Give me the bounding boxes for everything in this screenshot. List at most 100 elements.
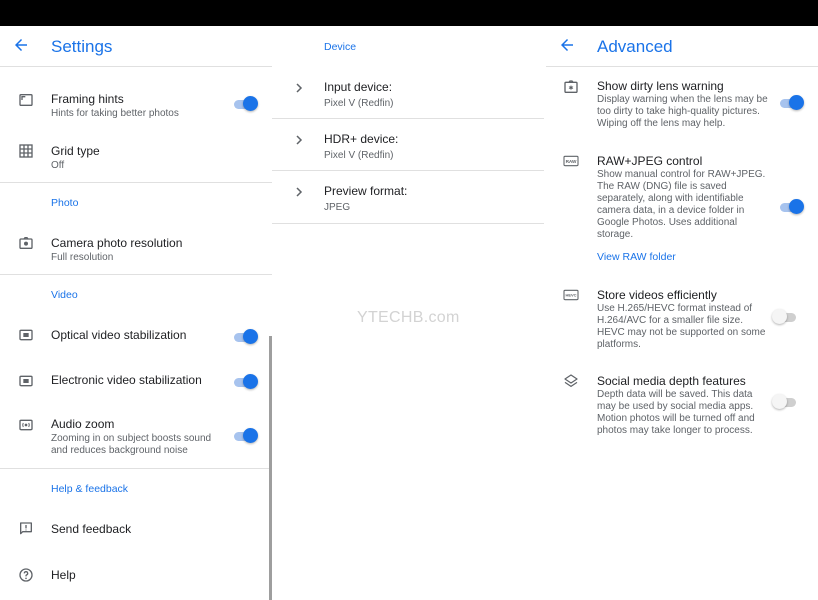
dirty-lens-warning-title: Show dirty lens warning: [597, 79, 724, 93]
view-raw-folder-link[interactable]: View RAW folder: [597, 251, 676, 263]
stabilization-icon: [19, 329, 33, 341]
store-videos-desc-line4: platforms.: [597, 339, 641, 350]
input-device-title: Input device:: [324, 80, 393, 94]
dirty-lens-warning-toggle[interactable]: [778, 95, 804, 111]
back-arrow-icon[interactable]: [558, 36, 576, 54]
social-media-depth-title: Social media depth features: [597, 374, 746, 388]
framing-hints-toggle[interactable]: [232, 96, 258, 112]
section-help-feedback: Help & feedback: [51, 483, 129, 495]
advanced-panel: Advanced Show dirty lens warning Display…: [546, 26, 818, 600]
layers-icon: [564, 374, 578, 387]
framing-icon: [19, 94, 33, 106]
audio-zoom-subtitle-line1: Zooming in on subject boosts sound: [51, 433, 212, 444]
hdr-device-title: HDR+ device:: [324, 132, 399, 146]
stabilization-icon: [19, 375, 33, 387]
hdr-device-row[interactable]: HDR+ device: Pixel V (Redfin): [272, 124, 544, 176]
hdr-device-value: Pixel V (Redfin): [324, 150, 394, 161]
camera-photo-resolution-title: Camera photo resolution: [51, 236, 183, 250]
send-feedback-item[interactable]: Send feedback: [0, 518, 272, 542]
raw-jpeg-desc-line5: Google Photos. Uses additional: [597, 217, 738, 228]
raw-jpeg-desc-line2: The RAW (DNG) file is saved: [597, 181, 727, 192]
camera-icon: [19, 237, 33, 249]
framing-hints-subtitle: Hints for taking better photos: [51, 108, 179, 119]
optical-video-stabilization-item[interactable]: Optical video stabilization: [0, 324, 272, 348]
raw-jpeg-control-toggle[interactable]: [778, 199, 804, 215]
social-media-depth-desc-line1: Depth data will be saved. This data: [597, 389, 753, 400]
preview-format-value: JPEG: [324, 202, 351, 213]
svg-text:HEVC: HEVC: [565, 293, 576, 298]
store-videos-efficiently-title: Store videos efficiently: [597, 288, 717, 302]
section-video: Video: [51, 289, 78, 301]
dirty-lens-warning-desc-line3: Wiping off the lens may help.: [597, 118, 726, 129]
advanced-header: Advanced: [546, 26, 818, 67]
divider: [272, 170, 544, 171]
watermark: YTECHB.com: [357, 309, 460, 326]
divider: [0, 468, 272, 469]
electronic-video-stabilization-item[interactable]: Electronic video stabilization: [0, 370, 272, 394]
raw-icon: RAW: [563, 155, 579, 167]
optical-video-stabilization-toggle[interactable]: [232, 329, 258, 345]
input-device-value: Pixel V (Redfin): [324, 98, 394, 109]
grid-type-subtitle: Off: [51, 160, 65, 171]
dirty-lens-warning-item[interactable]: Show dirty lens warning Display warning …: [546, 78, 818, 134]
optical-video-stabilization-title: Optical video stabilization: [51, 328, 187, 342]
page-title: Advanced: [597, 37, 673, 56]
hevc-icon: HEVC: [563, 289, 579, 301]
dirty-lens-warning-desc-line2: too dirty to take high-quality pictures.: [597, 106, 760, 117]
audio-zoom-title: Audio zoom: [51, 417, 115, 431]
social-media-depth-item[interactable]: Social media depth features Depth data w…: [546, 373, 818, 436]
divider: [0, 182, 272, 183]
device-section-title: Device: [324, 41, 357, 53]
chevron-right-icon: [296, 135, 303, 145]
raw-jpeg-desc-line1: Show manual control for RAW+JPEG.: [597, 169, 766, 180]
help-title: Help: [51, 568, 76, 582]
grid-type-item[interactable]: Grid type Off: [0, 140, 272, 180]
store-videos-efficiently-item[interactable]: HEVC Store videos efficiently Use H.265/…: [546, 287, 818, 350]
electronic-video-stabilization-title: Electronic video stabilization: [51, 373, 202, 387]
audio-zoom-toggle[interactable]: [232, 428, 258, 444]
status-bar: [0, 0, 818, 26]
svg-text:RAW: RAW: [566, 159, 577, 164]
audio-zoom-subtitle-line2: and reduces background noise: [51, 445, 188, 456]
raw-jpeg-desc-line3: separately, along with identifiable: [597, 193, 744, 204]
framing-hints-item[interactable]: Framing hints Hints for taking better ph…: [0, 88, 272, 128]
dirty-lens-icon: [564, 80, 578, 93]
grid-type-title: Grid type: [51, 144, 100, 158]
camera-photo-resolution-item[interactable]: Camera photo resolution Full resolution: [0, 232, 272, 272]
settings-panel: Settings Framing hints Hints for taking …: [0, 26, 272, 600]
page-title: Settings: [51, 37, 113, 56]
grid-icon: [19, 144, 33, 158]
help-item[interactable]: Help: [0, 564, 272, 588]
social-media-depth-toggle[interactable]: [772, 394, 798, 410]
store-videos-desc-line2: H.264/AVC for a smaller file size.: [597, 315, 743, 326]
divider: [0, 274, 272, 275]
back-arrow-icon[interactable]: [12, 36, 30, 54]
audio-zoom-item[interactable]: Audio zoom Zooming in on subject boosts …: [0, 414, 272, 464]
divider: [272, 223, 544, 224]
preview-format-row[interactable]: Preview format: JPEG: [272, 176, 544, 228]
preview-format-title: Preview format:: [324, 184, 408, 198]
raw-jpeg-desc-line4: camera data, in a device folder in: [597, 205, 745, 216]
feedback-icon: [20, 522, 32, 535]
camera-photo-resolution-subtitle: Full resolution: [51, 252, 114, 263]
input-device-row[interactable]: Input device: Pixel V (Redfin): [272, 72, 544, 124]
divider: [272, 118, 544, 119]
social-media-depth-desc-line4: photos may take longer to process.: [597, 425, 753, 436]
store-videos-desc-line3: HEVC may not be supported on some: [597, 327, 766, 338]
chevron-right-icon: [296, 83, 303, 93]
audio-zoom-icon: [19, 419, 33, 431]
store-videos-efficiently-toggle[interactable]: [772, 309, 798, 325]
social-media-depth-desc-line3: Motion photos will be turned off and: [597, 413, 755, 424]
raw-jpeg-control-item[interactable]: RAW RAW+JPEG control Show manual control…: [546, 153, 818, 263]
framing-hints-title: Framing hints: [51, 92, 124, 106]
raw-jpeg-control-title: RAW+JPEG control: [597, 154, 703, 168]
dirty-lens-warning-desc-line1: Display warning when the lens may be: [597, 94, 768, 105]
section-photo: Photo: [51, 197, 79, 209]
help-icon: [19, 568, 33, 582]
raw-jpeg-desc-line6: storage.: [597, 229, 634, 240]
chevron-right-icon: [296, 187, 303, 197]
send-feedback-title: Send feedback: [51, 522, 132, 536]
store-videos-desc-line1: Use H.265/HEVC format instead of: [597, 303, 753, 314]
electronic-video-stabilization-toggle[interactable]: [232, 374, 258, 390]
settings-header: Settings: [0, 26, 272, 67]
